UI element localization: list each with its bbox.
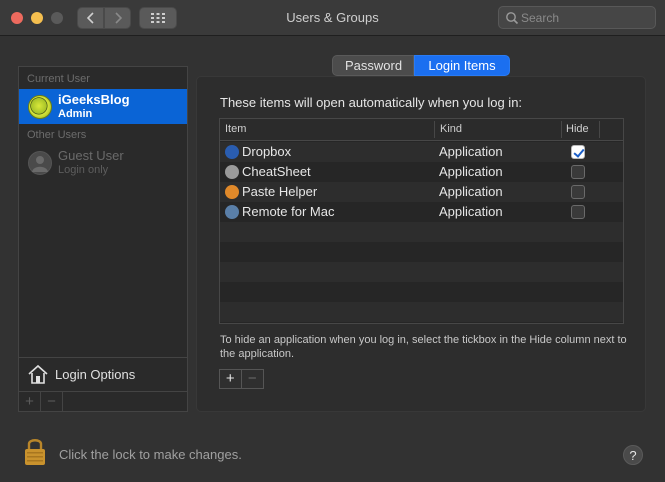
empty-row xyxy=(220,302,623,322)
column-divider xyxy=(434,121,435,138)
lock-message: Click the lock to make changes. xyxy=(59,447,242,462)
person-icon xyxy=(32,156,48,172)
column-hide[interactable]: Hide xyxy=(566,123,589,135)
users-groups-window: Users & Groups Current User iGeeksBlog A… xyxy=(0,0,665,482)
bottom-bar: Click the lock to make changes. ? xyxy=(0,425,665,482)
table-row[interactable]: Remote for Mac Application xyxy=(220,202,623,222)
users-panel-footer: + − xyxy=(19,391,187,412)
empty-row xyxy=(220,262,623,282)
empty-row xyxy=(220,242,623,262)
hide-checkbox[interactable] xyxy=(571,185,585,199)
cheatsheet-icon xyxy=(225,165,239,179)
item-name: CheatSheet xyxy=(242,164,311,179)
item-name: Dropbox xyxy=(242,144,292,159)
add-user-button[interactable]: + xyxy=(19,392,41,412)
guest-role: Login only xyxy=(58,164,109,176)
users-list-panel: Current User iGeeksBlog Admin Other User… xyxy=(18,66,188,412)
login-options-button[interactable]: Login Options xyxy=(19,357,187,391)
dropbox-icon xyxy=(225,145,239,159)
current-user-label: Current User xyxy=(27,73,90,85)
search-input[interactable] xyxy=(521,9,651,27)
guest-name: Guest User xyxy=(58,148,124,163)
user-name: iGeeksBlog xyxy=(58,92,130,107)
tab-password[interactable]: Password xyxy=(332,55,414,76)
empty-row xyxy=(220,222,623,242)
empty-row xyxy=(220,282,623,302)
search-icon xyxy=(506,12,519,25)
table-header: Item Kind Hide xyxy=(220,119,623,141)
remove-user-button[interactable]: − xyxy=(41,392,63,412)
column-kind[interactable]: Kind xyxy=(440,123,462,135)
paste-helper-icon xyxy=(225,185,239,199)
table-row[interactable]: Paste Helper Application xyxy=(220,182,623,202)
hide-hint-text: To hide an application when you log in, … xyxy=(220,334,627,360)
column-divider xyxy=(599,121,600,138)
item-kind: Application xyxy=(439,164,503,179)
user-row-current[interactable]: iGeeksBlog Admin xyxy=(19,89,187,124)
item-kind: Application xyxy=(439,184,503,199)
user-row-guest[interactable]: Guest User Login only xyxy=(19,145,187,180)
hide-checkbox[interactable] xyxy=(571,205,585,219)
item-name: Remote for Mac xyxy=(242,204,335,219)
other-users-label: Other Users xyxy=(27,129,87,141)
hide-checkbox[interactable] xyxy=(571,165,585,179)
lock-icon[interactable] xyxy=(22,436,48,466)
table-row[interactable]: Dropbox Application xyxy=(220,142,623,162)
column-divider xyxy=(561,121,562,138)
house-icon xyxy=(28,364,48,384)
hide-checkbox[interactable] xyxy=(571,145,585,159)
add-remove-control: + − xyxy=(219,369,264,389)
add-login-item-button[interactable]: + xyxy=(220,370,242,388)
item-kind: Application xyxy=(439,204,503,219)
user-role: Admin xyxy=(58,108,93,120)
remove-login-item-button[interactable]: − xyxy=(242,370,263,388)
tab-login-items[interactable]: Login Items xyxy=(414,55,510,76)
login-options-label: Login Options xyxy=(55,367,136,382)
avatar xyxy=(28,95,52,119)
help-button[interactable]: ? xyxy=(623,445,643,465)
login-items-table: Item Kind Hide Dropbox Application CheatSh… xyxy=(219,118,624,324)
title-bar: Users & Groups xyxy=(0,0,665,36)
search-field[interactable] xyxy=(498,6,656,29)
guest-avatar xyxy=(28,151,52,175)
item-name: Paste Helper xyxy=(242,184,318,199)
item-kind: Application xyxy=(439,144,503,159)
tab-bar: Password Login Items xyxy=(332,55,510,76)
table-row[interactable]: CheatSheet Application xyxy=(220,162,623,182)
remote-icon xyxy=(225,205,239,219)
column-item[interactable]: Item xyxy=(225,123,246,135)
login-items-intro: These items will open automatically when… xyxy=(220,95,523,110)
